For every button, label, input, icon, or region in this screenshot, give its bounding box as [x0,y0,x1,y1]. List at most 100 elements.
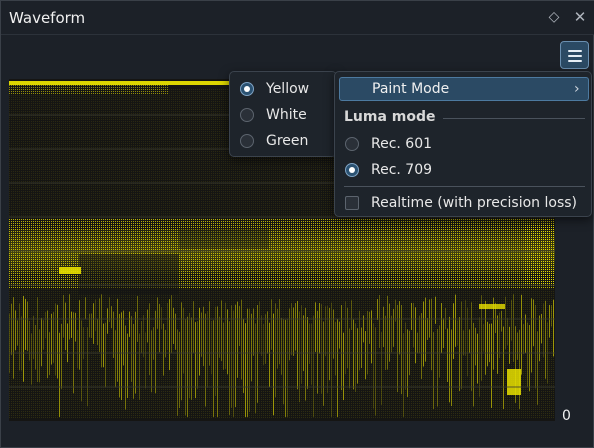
waveform-column [111,306,112,329]
waveform-column [313,315,314,417]
waveform-column [71,311,72,338]
menu-divider [344,186,585,187]
waveform-column [295,303,296,351]
waveform-column [357,328,358,384]
waveform-column [405,322,406,390]
float-icon[interactable]: ◇ [545,8,563,26]
waveform-column [189,312,190,399]
waveform-column [271,299,272,350]
waveform-column [99,298,100,352]
waveform-column [153,327,154,360]
waveform-column [469,329,470,353]
waveform-column [141,321,142,353]
radio-rec601[interactable] [345,137,359,151]
luma-option-rec601[interactable]: Rec. 601 [335,132,591,156]
waveform-column [531,298,532,373]
waveform-column [441,303,442,353]
waveform-column [179,331,180,409]
paint-option-white[interactable]: White [230,103,336,127]
close-icon[interactable]: ✕ [571,8,589,26]
waveform-column [91,313,92,339]
waveform-column [539,315,540,362]
waveform-column [21,316,22,371]
waveform-column [23,296,24,382]
paint-option-label: White [266,107,307,123]
waveform-column [41,318,42,367]
waveform-column [331,302,332,417]
radio-white[interactable] [240,108,254,122]
waveform-column [345,301,346,375]
waveform-column [467,307,468,377]
waveform-panel: Waveform ◇ ✕ 0 Yellow White Green Paint … [0,0,594,448]
waveform-column [59,332,60,417]
waveform-column [157,297,158,329]
waveform-column [545,300,546,379]
waveform-column [231,305,232,408]
waveform-column [395,299,396,322]
waveform-column [449,316,450,403]
waveform-column [427,318,428,340]
waveform-column [377,298,378,321]
waveform-column [55,303,56,376]
waveform-column [199,307,200,376]
paint-option-green[interactable]: Green [230,129,336,153]
waveform-column [283,319,284,405]
waveform-column [321,304,322,394]
waveform-column [351,300,352,331]
waveform-column [107,308,108,334]
waveform-column [83,327,84,360]
waveform-column [85,297,86,319]
paint-mode-menu-item[interactable]: Paint Mode › [339,77,589,101]
waveform-column [29,320,30,361]
waveform-column [217,306,218,417]
radio-rec709[interactable] [345,163,359,177]
waveform-column [95,299,96,331]
waveform-column [65,302,66,351]
radio-green[interactable] [240,134,254,148]
hamburger-icon [568,50,582,52]
waveform-column [417,332,418,354]
waveform-column [383,306,384,348]
waveform-column [423,301,424,367]
waveform-column [475,327,476,366]
waveform-column [497,315,498,374]
waveform-column [525,314,526,353]
waveform-column [373,323,374,409]
radio-yellow[interactable] [240,82,254,96]
luma-option-rec709[interactable]: Rec. 709 [335,158,591,182]
waveform-column [473,322,474,407]
waveform-column [143,315,144,358]
waveform-column [319,303,320,354]
waveform-column [155,310,156,394]
waveform-column [311,323,312,385]
waveform-column [261,315,262,356]
waveform-column [397,304,398,393]
waveform-column [243,318,244,393]
waveform-column [437,328,438,407]
realtime-checkbox[interactable] [345,196,359,210]
waveform-column [209,301,210,366]
luma-mode-title: Luma mode [344,109,436,125]
waveform-column [27,301,28,351]
paint-option-yellow[interactable]: Yellow [230,77,336,101]
waveform-column [501,310,502,332]
waveform-column [507,317,508,346]
hamburger-menu-button[interactable] [560,41,589,69]
waveform-column [103,323,104,368]
realtime-option[interactable]: Realtime (with precision loss) [335,191,591,215]
waveform-column [163,323,164,376]
waveform-column [251,313,252,382]
chevron-right-icon: › [574,81,580,97]
waveform-column [301,305,302,384]
waveform-column [115,330,116,388]
waveform-column [87,327,88,407]
waveform-column [505,296,506,350]
waveform-column [401,304,402,395]
waveform-column [197,321,198,389]
waveform-column [247,308,248,417]
waveform-column [347,307,348,369]
waveform-column [459,317,460,392]
waveform-column [213,320,214,417]
panel-title: Waveform [9,9,86,27]
waveform-column [315,302,316,352]
